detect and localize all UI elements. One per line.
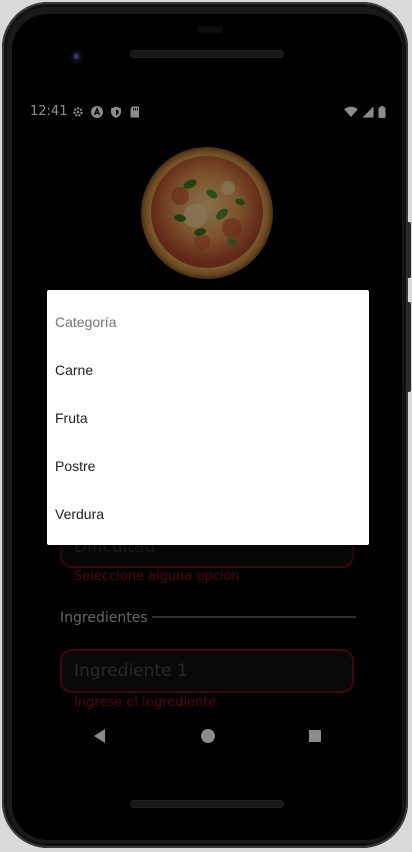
dialog-title: Categoría (55, 314, 117, 330)
phone-frame: 12:41 Dificultad Seleccione alguna opció… (2, 2, 411, 848)
category-option-postre[interactable]: Postre (47, 442, 369, 490)
category-option-fruta[interactable]: Fruta (47, 394, 369, 442)
app-screen: 12:41 Dificultad Seleccione alguna opció… (12, 14, 402, 840)
volume-button (406, 222, 411, 278)
category-option-verdura[interactable]: Verdura (47, 490, 369, 538)
category-option-carne[interactable]: Carne (47, 346, 369, 394)
category-dialog: Categoría Carne Fruta Postre Verdura (47, 290, 369, 545)
power-button (406, 302, 411, 392)
